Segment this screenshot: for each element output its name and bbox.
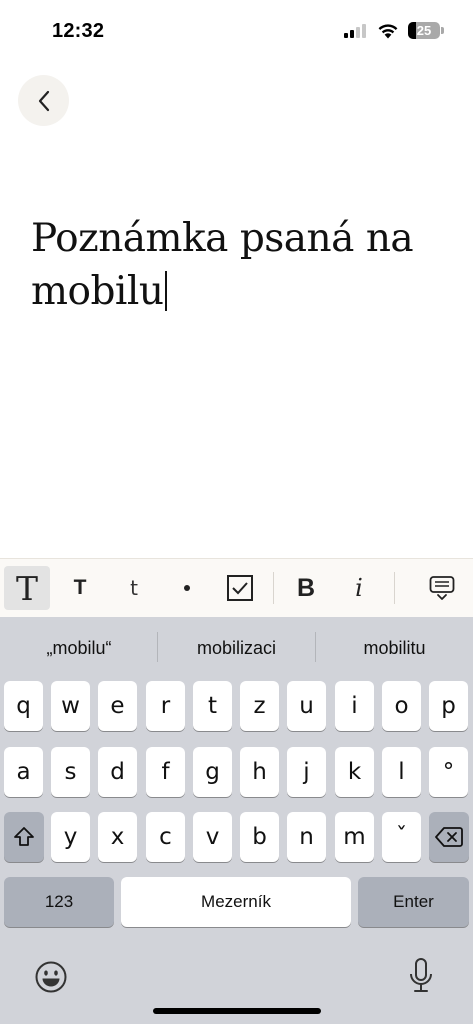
suggestion-bar: „mobilu“ mobilizaci mobilitu bbox=[0, 617, 473, 677]
key-j[interactable]: j bbox=[287, 747, 326, 797]
key-q[interactable]: q bbox=[4, 681, 43, 731]
bold-button[interactable]: B bbox=[284, 566, 328, 610]
numbers-key[interactable]: 123 bbox=[4, 877, 114, 927]
home-indicator bbox=[153, 1008, 321, 1014]
key-m[interactable]: m bbox=[335, 812, 374, 862]
shift-icon bbox=[14, 827, 34, 846]
key-u[interactable]: u bbox=[287, 681, 326, 731]
note-editor[interactable]: Poznámka psaná na mobilu bbox=[31, 212, 451, 318]
key-h[interactable]: h bbox=[240, 747, 279, 797]
suggestion-divider bbox=[315, 632, 316, 662]
hide-keyboard-button[interactable] bbox=[420, 566, 464, 610]
body-text-button[interactable]: t bbox=[112, 566, 156, 610]
shift-key[interactable] bbox=[4, 812, 44, 862]
key-p[interactable]: p bbox=[429, 681, 468, 731]
key-r[interactable]: r bbox=[146, 681, 185, 731]
battery-icon: 25 bbox=[408, 22, 440, 39]
bullet-list-button[interactable] bbox=[165, 566, 209, 610]
italic-button[interactable]: i bbox=[337, 566, 381, 610]
suggestion-item[interactable]: mobilizaci bbox=[160, 635, 313, 661]
key-i[interactable]: i bbox=[335, 681, 374, 731]
suggestion-item[interactable]: „mobilu“ bbox=[4, 635, 154, 661]
keyboard: „mobilu“ mobilizaci mobilitu q w e r t z… bbox=[0, 617, 473, 1024]
backspace-icon bbox=[435, 827, 463, 847]
heading-small-button[interactable]: T bbox=[58, 566, 102, 610]
keyboard-bottom-bar bbox=[0, 958, 473, 1000]
key-d[interactable]: d bbox=[98, 747, 137, 797]
key-w[interactable]: w bbox=[51, 681, 90, 731]
status-bar: 12:32 25 bbox=[0, 0, 473, 60]
battery-percent: 25 bbox=[416, 23, 432, 38]
suggestion-divider bbox=[157, 632, 158, 662]
bullet-list-icon bbox=[184, 585, 190, 591]
suggestion-item[interactable]: mobilitu bbox=[318, 635, 471, 661]
key-y[interactable]: y bbox=[51, 812, 90, 862]
key-a[interactable]: a bbox=[4, 747, 43, 797]
bold-label: B bbox=[296, 573, 316, 602]
heading-large-button[interactable]: T bbox=[4, 566, 50, 610]
key-g[interactable]: g bbox=[193, 747, 232, 797]
wifi-icon bbox=[378, 24, 398, 39]
text-cursor bbox=[164, 271, 167, 311]
key-e[interactable]: e bbox=[98, 681, 137, 731]
key-f[interactable]: f bbox=[146, 747, 185, 797]
key-degree[interactable]: ° bbox=[429, 747, 468, 797]
status-time: 12:32 bbox=[52, 20, 105, 42]
chevron-left-icon bbox=[38, 90, 49, 111]
heading-large-label: T bbox=[15, 568, 38, 608]
cellular-signal-icon bbox=[344, 24, 370, 38]
toolbar-divider bbox=[394, 572, 395, 604]
checkbox-button[interactable] bbox=[218, 566, 262, 610]
emoji-icon[interactable] bbox=[34, 960, 68, 994]
checkbox-icon bbox=[227, 575, 253, 601]
enter-key[interactable]: Enter bbox=[358, 877, 469, 927]
key-x[interactable]: x bbox=[98, 812, 137, 862]
back-button[interactable] bbox=[18, 75, 69, 126]
key-o[interactable]: o bbox=[382, 681, 421, 731]
italic-label: i bbox=[355, 574, 363, 602]
heading-small-label: T bbox=[73, 576, 87, 599]
key-k[interactable]: k bbox=[335, 747, 374, 797]
keyboard-hide-icon bbox=[429, 576, 455, 600]
space-key[interactable]: Mezerník bbox=[121, 877, 351, 927]
key-c[interactable]: c bbox=[146, 812, 185, 862]
key-s[interactable]: s bbox=[51, 747, 90, 797]
key-n[interactable]: n bbox=[287, 812, 326, 862]
format-toolbar: T T t B i bbox=[0, 558, 473, 617]
toolbar-divider bbox=[273, 572, 274, 604]
key-v[interactable]: v bbox=[193, 812, 232, 862]
body-text-label: t bbox=[130, 576, 138, 600]
microphone-icon[interactable] bbox=[408, 956, 434, 996]
note-text: Poznámka psaná na mobilu bbox=[31, 216, 414, 314]
key-z[interactable]: z bbox=[240, 681, 279, 731]
battery-tip bbox=[441, 27, 444, 34]
key-caron[interactable]: ˇ bbox=[382, 812, 421, 862]
key-b[interactable]: b bbox=[240, 812, 279, 862]
key-l[interactable]: l bbox=[382, 747, 421, 797]
backspace-key[interactable] bbox=[429, 812, 469, 862]
key-t[interactable]: t bbox=[193, 681, 232, 731]
